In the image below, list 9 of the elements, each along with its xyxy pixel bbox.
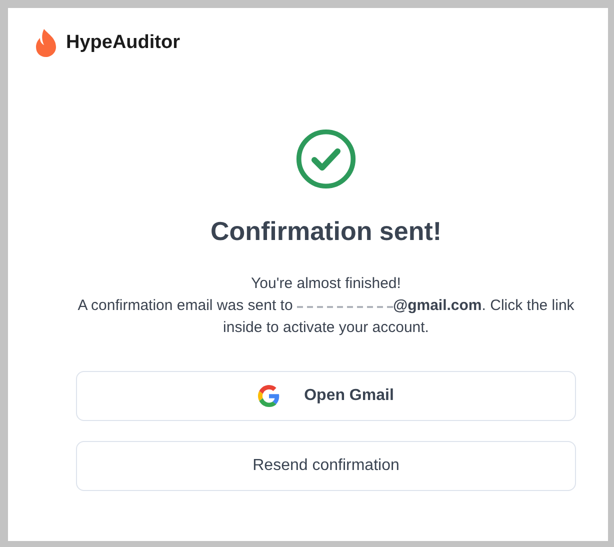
resend-confirmation-button[interactable]: Resend confirmation <box>76 441 576 491</box>
intro-text: You're almost finished! <box>250 274 402 294</box>
open-gmail-button[interactable]: Open Gmail <box>76 371 576 421</box>
flame-logo-icon <box>34 28 58 58</box>
brand-name: HypeAuditor <box>66 32 180 54</box>
google-icon <box>258 385 280 407</box>
confirmation-message: A confirmation email was sent to @gmail.com. Click the link inside to activate your account. <box>76 296 576 338</box>
check-circle-icon <box>295 128 357 190</box>
status-title: Confirmation sent! <box>210 216 442 247</box>
